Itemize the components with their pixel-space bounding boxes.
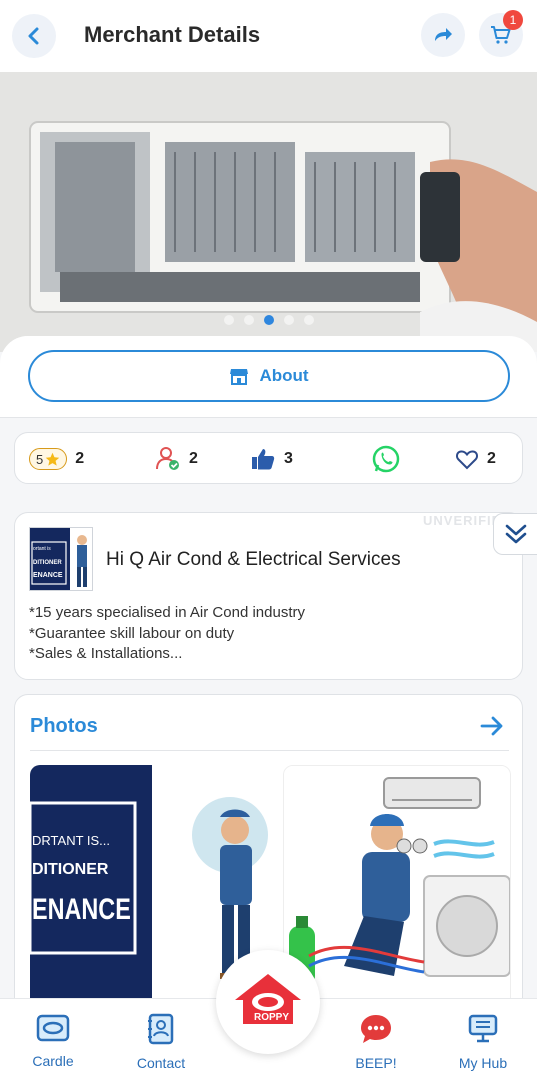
cart-count-badge: 1 xyxy=(503,10,523,30)
logo-text-1: ortant is xyxy=(33,546,51,552)
description-line: *15 years specialised in Air Cond indust… xyxy=(29,604,305,621)
carousel-dot[interactable] xyxy=(243,315,254,325)
rating-value: 5 xyxy=(36,451,44,467)
expand-toggle[interactable] xyxy=(493,513,537,555)
chat-bubble-icon xyxy=(361,1015,391,1043)
nav-label: My Hub xyxy=(458,1055,508,1071)
merchant-description: *15 years specialised in Air Cond indust… xyxy=(29,603,305,665)
favorites-stat[interactable]: 2 xyxy=(455,433,496,485)
likes-count: 3 xyxy=(284,450,293,467)
merchant-info-card: ortant is DITIONER ENANCE Hi Q Air Cond … xyxy=(14,512,523,680)
technician-illustration xyxy=(284,766,510,1014)
carousel-dot[interactable] xyxy=(223,315,234,325)
rating-stat[interactable]: 5 2 xyxy=(29,433,84,485)
poster-text-1: DRTANT IS... xyxy=(32,833,111,848)
top-app-bar: Merchant Details 1 xyxy=(0,0,537,72)
heart-icon xyxy=(456,450,478,470)
page-title: Merchant Details xyxy=(84,22,261,47)
merchant-stats-bar: 5 2 2 3 2 xyxy=(14,432,523,484)
favorites-count: 2 xyxy=(487,450,496,467)
user-verified-icon xyxy=(156,447,179,470)
card-icon xyxy=(36,1014,70,1042)
roppy-logo-icon xyxy=(235,974,301,1024)
carousel-dot[interactable] xyxy=(303,315,314,325)
nav-label: BEEP! xyxy=(355,1055,397,1071)
nav-cardle[interactable]: Cardle xyxy=(8,1013,98,1069)
store-icon xyxy=(230,369,249,385)
followers-stat[interactable]: 2 xyxy=(155,433,198,485)
divider xyxy=(30,750,509,751)
merchant-details-page: Merchant Details 1 About 5 2 2 3 2 ortan… xyxy=(0,0,537,1080)
photos-view-all-button[interactable] xyxy=(479,713,505,744)
merchant-name: Hi Q Air Cond & Electrical Services xyxy=(106,549,401,570)
whatsapp-stat[interactable] xyxy=(372,433,400,485)
rating-pill: 5 xyxy=(29,448,68,470)
about-label: About xyxy=(259,366,309,385)
roppy-home-button[interactable]: ROPPY xyxy=(216,950,320,1054)
nav-contact[interactable]: Contact xyxy=(116,1013,206,1071)
carousel-dot-active[interactable] xyxy=(263,315,274,325)
rating-count: 2 xyxy=(75,450,85,467)
thumbs-up-icon xyxy=(252,449,275,470)
merchant-hero-image[interactable] xyxy=(0,72,537,352)
merchant-logo[interactable]: ortant is DITIONER ENANCE xyxy=(29,527,93,591)
roppy-label: ROPPY xyxy=(250,1012,294,1023)
contact-book-icon xyxy=(148,1013,174,1045)
share-button[interactable] xyxy=(421,13,465,57)
logo-text-3: ENANCE xyxy=(33,572,63,579)
poster-text-2: DITIONER xyxy=(32,861,109,878)
likes-stat[interactable]: 3 xyxy=(250,433,293,485)
about-button[interactable]: About xyxy=(28,350,510,402)
arrow-right-icon xyxy=(480,716,503,736)
carousel-indicator xyxy=(0,315,537,325)
carousel-dot[interactable] xyxy=(283,315,294,325)
nav-label: Cardle xyxy=(32,1053,74,1069)
nav-my-hub[interactable]: My Hub xyxy=(438,1013,528,1071)
back-button[interactable] xyxy=(12,14,56,58)
share-arrow-icon xyxy=(435,28,452,41)
followers-count: 2 xyxy=(189,450,198,467)
description-line: *Sales & Installations... xyxy=(29,645,183,662)
poster-text-3: ENANCE xyxy=(32,893,131,926)
aircond-repair-illustration xyxy=(0,72,537,352)
description-line: *Guarantee skill labour on duty xyxy=(29,624,235,642)
nav-beep[interactable]: BEEP! xyxy=(331,1013,421,1071)
logo-text-2: DITIONER xyxy=(33,560,62,566)
star-icon xyxy=(45,452,60,466)
monitor-icon xyxy=(468,1014,498,1043)
double-chevron-down-icon xyxy=(505,524,526,544)
chevron-left-icon xyxy=(28,27,39,45)
photos-title: Photos xyxy=(30,715,98,737)
nav-label: Contact xyxy=(136,1055,186,1071)
photo-thumbnail[interactable] xyxy=(283,765,511,1015)
whatsapp-icon xyxy=(372,445,400,473)
